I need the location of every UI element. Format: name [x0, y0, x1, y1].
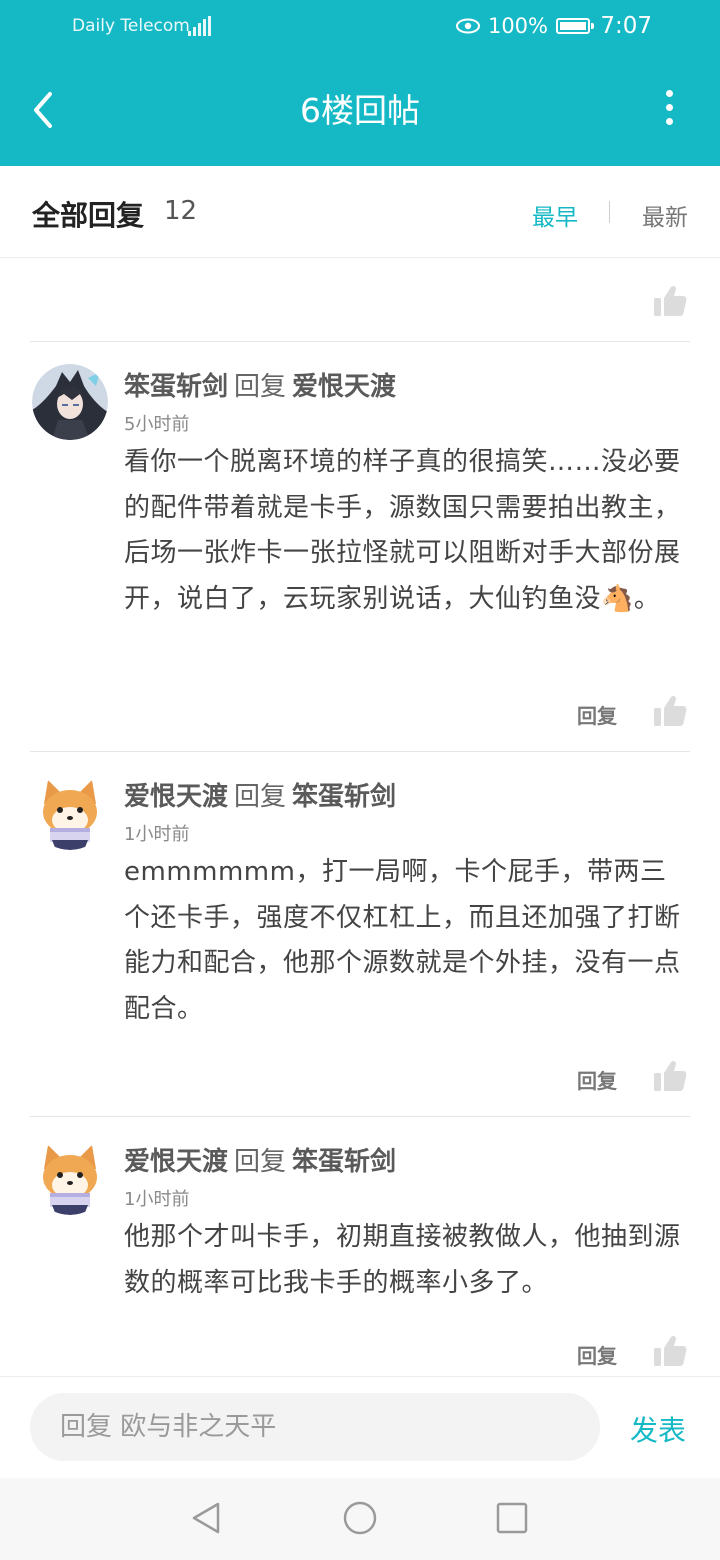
nav-recents-icon[interactable]	[496, 1502, 528, 1534]
divider	[30, 341, 690, 342]
shiba-dog-avatar[interactable]	[32, 1139, 108, 1215]
nav-home-icon[interactable]	[342, 1500, 378, 1536]
reply-target[interactable]: 笨蛋斩剑	[292, 1147, 396, 1177]
thumbs-up-icon[interactable]	[653, 694, 687, 728]
reply-to-label: 回复	[234, 1147, 287, 1177]
shiba-dog-avatar[interactable]	[32, 774, 108, 850]
reply-count: 12	[164, 196, 198, 226]
thumbs-up-icon[interactable]	[653, 1059, 687, 1093]
divider	[30, 751, 690, 752]
comment-author[interactable]: 笨蛋斩剑	[124, 372, 228, 402]
carrier-name: Daily Telecom	[72, 16, 190, 36]
reply-button[interactable]: 回复	[577, 700, 617, 729]
status-bar: Daily Telecom 100% 7:07	[0, 0, 720, 56]
all-replies-title: 全部回复	[32, 199, 145, 232]
sort-earliest-tab[interactable]: 最早	[532, 198, 578, 232]
reply-button[interactable]: 回复	[577, 1340, 617, 1369]
nav-back-icon[interactable]	[188, 1500, 224, 1536]
more-vertical-icon[interactable]	[654, 86, 684, 134]
comment-author[interactable]: 爱恨天渡	[124, 1147, 228, 1177]
reply-input-bar: 发表	[0, 1376, 720, 1478]
divider	[30, 1116, 690, 1117]
clock: 7:07	[600, 13, 652, 39]
comment-meta: 笨蛋斩剑 回复 爱恨天渡	[124, 366, 396, 403]
anime-girl-avatar[interactable]	[32, 364, 108, 440]
publish-button[interactable]: 发表	[630, 1409, 686, 1449]
comment-text: emmmmmm，打一局啊，卡个屁手，带两三个还卡手，强度不仅杠杠上，而且还加强了…	[124, 857, 681, 1024]
comment-text: 看你一个脱离环境的样子真的很搞笑……没必要的配件带着就是卡手，源数国只需要拍出教…	[124, 447, 681, 614]
thumbs-up-icon[interactable]	[653, 1334, 687, 1368]
thumbs-up-icon[interactable]	[653, 284, 687, 318]
reply-target[interactable]: 爱恨天渡	[292, 372, 396, 402]
reply-button[interactable]: 回复	[577, 1065, 617, 1094]
app-bar: 6楼回帖	[0, 56, 720, 166]
sort-latest-tab[interactable]: 最新	[642, 198, 688, 232]
eye-comfort-icon	[455, 18, 480, 34]
status-indicators: 100%	[455, 14, 594, 38]
comment-time: 5小时前	[124, 414, 190, 435]
reply-header: 全部回复 12 最早 最新	[0, 166, 720, 258]
comment-time: 1小时前	[124, 1189, 190, 1210]
comment-time: 1小时前	[124, 824, 190, 845]
reply-to-label: 回复	[234, 782, 287, 812]
signal-icon	[188, 16, 211, 36]
comment-meta: 爱恨天渡 回复 笨蛋斩剑	[124, 1141, 396, 1178]
battery-percent: 100%	[487, 14, 548, 38]
comment-meta: 爱恨天渡 回复 笨蛋斩剑	[124, 776, 396, 813]
system-nav-bar	[0, 1478, 720, 1560]
reply-input[interactable]	[30, 1393, 600, 1461]
reply-to-label: 回复	[234, 372, 287, 402]
comment-author[interactable]: 爱恨天渡	[124, 782, 228, 812]
page-title: 6楼回帖	[300, 91, 420, 130]
battery-icon	[556, 18, 594, 34]
sort-divider	[609, 201, 610, 223]
comment-text: 他那个才叫卡手，初期直接被教做人，他抽到源数的概率可比我卡手的概率小多了。	[124, 1222, 681, 1298]
reply-target[interactable]: 笨蛋斩剑	[292, 782, 396, 812]
